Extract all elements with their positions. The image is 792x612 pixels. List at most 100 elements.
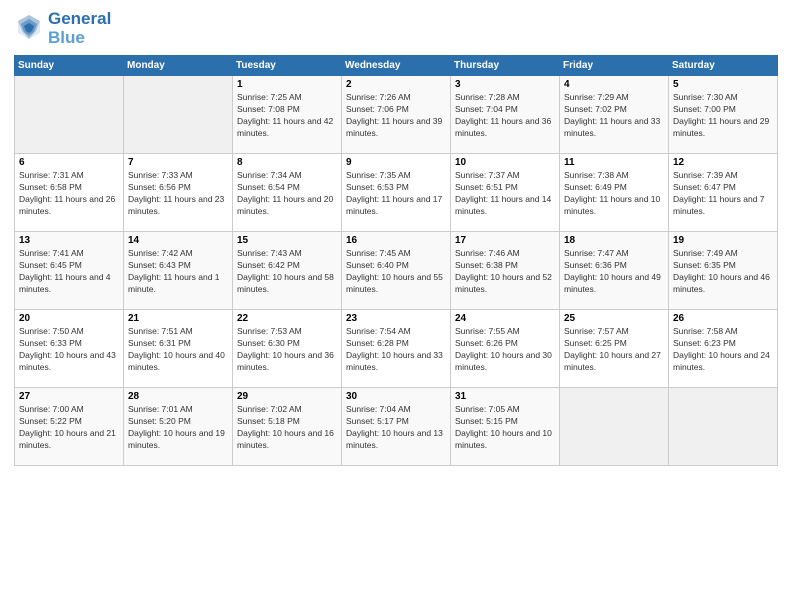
weekday-header-cell: Tuesday — [233, 56, 342, 76]
day-info: Sunrise: 7:45 AMSunset: 6:40 PMDaylight:… — [346, 248, 446, 296]
day-info: Sunrise: 7:25 AMSunset: 7:08 PMDaylight:… — [237, 92, 337, 140]
calendar-day-cell: 18 Sunrise: 7:47 AMSunset: 6:36 PMDayligh… — [560, 232, 669, 310]
day-number: 30 — [346, 391, 446, 402]
calendar-day-cell: 21Sunrise: 7:51 AMSunset: 6:31 PMDayligh… — [124, 310, 233, 388]
day-info: Sunrise: 7:00 AMSunset: 5:22 PMDaylight:… — [19, 404, 119, 452]
day-number: 4 — [564, 79, 664, 90]
day-number: 5 — [673, 79, 773, 90]
day-info: Sunrise: 7:30 AMSunset: 7:00 PMDaylight:… — [673, 92, 773, 140]
calendar-day-cell: 11Sunrise: 7:38 AMSunset: 6:49 PMDayligh… — [560, 154, 669, 232]
day-info: Sunrise: 7:04 AMSunset: 5:17 PMDaylight:… — [346, 404, 446, 452]
calendar-day-cell: 24 Sunrise: 7:55 AMSunset: 6:26 PMDayligh… — [451, 310, 560, 388]
day-number: 16 — [346, 235, 446, 246]
day-number: 19 — [673, 235, 773, 246]
day-number: 22 — [237, 313, 337, 324]
day-info: Sunrise: 7:57 AMSunset: 6:25 PMDaylight:… — [564, 326, 664, 374]
day-number: 17 — [455, 235, 555, 246]
calendar-day-cell: 29 Sunrise: 7:02 AMSunset: 5:18 PMDayligh… — [233, 388, 342, 466]
day-info: Sunrise: 7:05 AMSunset: 5:15 PMDaylight:… — [455, 404, 555, 452]
calendar-body: 1 Sunrise: 7:25 AMSunset: 7:08 PMDaylight… — [15, 76, 778, 466]
day-info: Sunrise: 7:51 AMSunset: 6:31 PMDaylight:… — [128, 326, 228, 374]
weekday-header-cell: Sunday — [15, 56, 124, 76]
day-number: 3 — [455, 79, 555, 90]
weekday-header-row: SundayMondayTuesdayWednesdayThursdayFrid… — [15, 56, 778, 76]
day-info: Sunrise: 7:53 AMSunset: 6:30 PMDaylight:… — [237, 326, 337, 374]
day-info: Sunrise: 7:41 AMSunset: 6:45 PMDaylight:… — [19, 248, 119, 296]
calendar-day-cell: 25Sunrise: 7:57 AMSunset: 6:25 PMDayligh… — [560, 310, 669, 388]
day-info: Sunrise: 7:39 AMSunset: 6:47 PMDaylight:… — [673, 170, 773, 218]
day-number: 20 — [19, 313, 119, 324]
calendar-day-cell: 1 Sunrise: 7:25 AMSunset: 7:08 PMDaylight… — [233, 76, 342, 154]
calendar-day-cell: 3 Sunrise: 7:28 AMSunset: 7:04 PMDaylight… — [451, 76, 560, 154]
day-number: 24 — [455, 313, 555, 324]
day-info: Sunrise: 7:26 AMSunset: 7:06 PMDaylight:… — [346, 92, 446, 140]
day-number: 7 — [128, 157, 228, 168]
calendar-day-cell: 9 Sunrise: 7:35 AMSunset: 6:53 PMDaylight… — [342, 154, 451, 232]
day-info: Sunrise: 7:37 AMSunset: 6:51 PMDaylight:… — [455, 170, 555, 218]
calendar-page: General Blue SundayMondayTuesdayWednesda… — [0, 0, 792, 612]
day-info: Sunrise: 7:34 AMSunset: 6:54 PMDaylight:… — [237, 170, 337, 218]
header: General Blue — [14, 10, 778, 47]
calendar-day-cell: 26Sunrise: 7:58 AMSunset: 6:23 PMDayligh… — [669, 310, 778, 388]
calendar-day-cell — [560, 388, 669, 466]
day-number: 23 — [346, 313, 446, 324]
calendar-day-cell: 2 Sunrise: 7:26 AMSunset: 7:06 PMDaylight… — [342, 76, 451, 154]
logo-blue: Blue — [48, 29, 111, 48]
calendar-day-cell: 17 Sunrise: 7:46 AMSunset: 6:38 PMDayligh… — [451, 232, 560, 310]
day-info: Sunrise: 7:55 AMSunset: 6:26 PMDaylight:… — [455, 326, 555, 374]
day-info: Sunrise: 7:58 AMSunset: 6:23 PMDaylight:… — [673, 326, 773, 374]
day-info: Sunrise: 7:01 AMSunset: 5:20 PMDaylight:… — [128, 404, 228, 452]
day-number: 27 — [19, 391, 119, 402]
calendar-day-cell: 4 Sunrise: 7:29 AMSunset: 7:02 PMDaylight… — [560, 76, 669, 154]
calendar-day-cell: 28 Sunrise: 7:01 AMSunset: 5:20 PMDayligh… — [124, 388, 233, 466]
day-info: Sunrise: 7:42 AMSunset: 6:43 PMDaylight:… — [128, 248, 228, 296]
calendar-week-row: 20 Sunrise: 7:50 AMSunset: 6:33 PMDayligh… — [15, 310, 778, 388]
day-info: Sunrise: 7:33 AMSunset: 6:56 PMDaylight:… — [128, 170, 228, 218]
day-info: Sunrise: 7:50 AMSunset: 6:33 PMDaylight:… — [19, 326, 119, 374]
logo-general: General — [48, 10, 111, 29]
calendar-day-cell: 5 Sunrise: 7:30 AMSunset: 7:00 PMDaylight… — [669, 76, 778, 154]
day-number: 9 — [346, 157, 446, 168]
day-number: 10 — [455, 157, 555, 168]
day-number: 1 — [237, 79, 337, 90]
calendar-day-cell: 31 Sunrise: 7:05 AMSunset: 5:15 PMDayligh… — [451, 388, 560, 466]
weekday-header-cell: Thursday — [451, 56, 560, 76]
day-info: Sunrise: 7:43 AMSunset: 6:42 PMDaylight:… — [237, 248, 337, 296]
day-number: 28 — [128, 391, 228, 402]
day-info: Sunrise: 7:46 AMSunset: 6:38 PMDaylight:… — [455, 248, 555, 296]
calendar-day-cell — [124, 76, 233, 154]
day-info: Sunrise: 7:35 AMSunset: 6:53 PMDaylight:… — [346, 170, 446, 218]
calendar-day-cell: 14Sunrise: 7:42 AMSunset: 6:43 PMDayligh… — [124, 232, 233, 310]
day-number: 31 — [455, 391, 555, 402]
logo: General Blue — [14, 10, 111, 47]
day-info: Sunrise: 7:28 AMSunset: 7:04 PMDaylight:… — [455, 92, 555, 140]
day-number: 11 — [564, 157, 664, 168]
calendar-day-cell: 8Sunrise: 7:34 AMSunset: 6:54 PMDaylight… — [233, 154, 342, 232]
day-number: 18 — [564, 235, 664, 246]
weekday-header-cell: Monday — [124, 56, 233, 76]
calendar-week-row: 13Sunrise: 7:41 AMSunset: 6:45 PMDayligh… — [15, 232, 778, 310]
calendar-day-cell: 23Sunrise: 7:54 AMSunset: 6:28 PMDayligh… — [342, 310, 451, 388]
day-info: Sunrise: 7:47 AMSunset: 6:36 PMDaylight:… — [564, 248, 664, 296]
day-number: 12 — [673, 157, 773, 168]
calendar-table: SundayMondayTuesdayWednesdayThursdayFrid… — [14, 55, 778, 466]
calendar-day-cell: 7 Sunrise: 7:33 AMSunset: 6:56 PMDaylight… — [124, 154, 233, 232]
logo-icon — [14, 11, 44, 41]
weekday-header-cell: Wednesday — [342, 56, 451, 76]
calendar-day-cell — [669, 388, 778, 466]
calendar-day-cell: 20 Sunrise: 7:50 AMSunset: 6:33 PMDayligh… — [15, 310, 124, 388]
calendar-week-row: 6Sunrise: 7:31 AMSunset: 6:58 PMDaylight… — [15, 154, 778, 232]
day-info: Sunrise: 7:49 AMSunset: 6:35 PMDaylight:… — [673, 248, 773, 296]
day-number: 29 — [237, 391, 337, 402]
day-number: 2 — [346, 79, 446, 90]
calendar-week-row: 1 Sunrise: 7:25 AMSunset: 7:08 PMDaylight… — [15, 76, 778, 154]
calendar-day-cell: 27 Sunrise: 7:00 AMSunset: 5:22 PMDayligh… — [15, 388, 124, 466]
day-info: Sunrise: 7:02 AMSunset: 5:18 PMDaylight:… — [237, 404, 337, 452]
calendar-day-cell: 16 Sunrise: 7:45 AMSunset: 6:40 PMDayligh… — [342, 232, 451, 310]
day-info: Sunrise: 7:31 AMSunset: 6:58 PMDaylight:… — [19, 170, 119, 218]
day-number: 15 — [237, 235, 337, 246]
calendar-day-cell: 30 Sunrise: 7:04 AMSunset: 5:17 PMDayligh… — [342, 388, 451, 466]
calendar-day-cell: 6Sunrise: 7:31 AMSunset: 6:58 PMDaylight… — [15, 154, 124, 232]
calendar-day-cell: 13Sunrise: 7:41 AMSunset: 6:45 PMDayligh… — [15, 232, 124, 310]
day-info: Sunrise: 7:29 AMSunset: 7:02 PMDaylight:… — [564, 92, 664, 140]
